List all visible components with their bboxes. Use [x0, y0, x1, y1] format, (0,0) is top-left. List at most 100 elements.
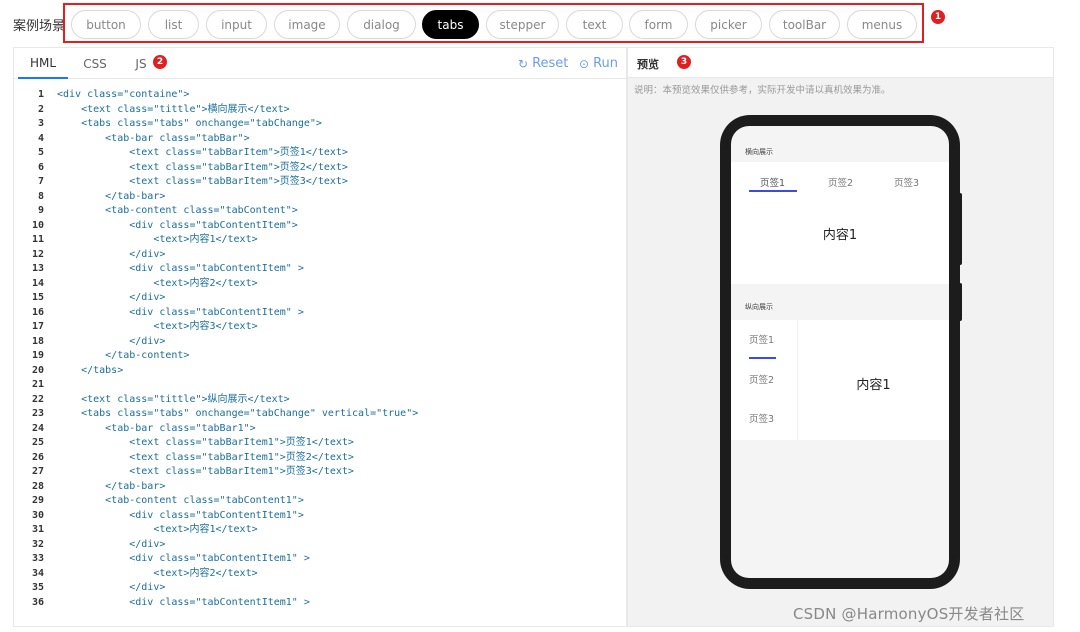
scene-pill-tabs[interactable]: tabs — [422, 10, 479, 39]
code-line[interactable]: 36 <div class="tabContentItem1" > — [14, 596, 626, 611]
preview-panel: 预览 3 说明：本预览效果仅供参考，实际开发中请以真机效果为准。 横向展示 页签… — [627, 47, 1054, 627]
code-text: <text class="tabBarItem">页签2</text> — [57, 161, 348, 173]
preview-title: 预览 — [637, 58, 659, 71]
code-line[interactable]: 34 <text>内容2</text> — [14, 567, 626, 582]
phone-screen: 横向展示 页签1 页签2 页签3 内容1 纵向展示 页签1 页签2 页签3 内容… — [731, 126, 949, 578]
code-line[interactable]: 11 <text>内容1</text> — [14, 233, 626, 248]
code-text: <text>内容1</text> — [57, 234, 258, 245]
reset-icon: ↻ — [518, 56, 529, 71]
code-text: <text class="tabBarItem1">页签3</text> — [57, 466, 354, 477]
code-line[interactable]: 32 </div> — [14, 538, 626, 553]
code-line[interactable]: 1 <div class="containe"> — [14, 88, 626, 103]
line-number: 25 — [31, 437, 44, 448]
horizontal-tab-2[interactable]: 页签2 — [828, 175, 853, 189]
code-line[interactable]: 4 <tab-bar class="tabBar"> — [14, 132, 626, 147]
code-line[interactable]: 31 <text>内容1</text> — [14, 523, 626, 538]
code-line[interactable]: 8 </tab-bar> — [14, 190, 626, 205]
vertical-tab-1[interactable]: 页签1 — [749, 332, 774, 346]
line-number: 10 — [31, 219, 44, 231]
horizontal-tab-3[interactable]: 页签3 — [894, 175, 919, 189]
code-line[interactable]: 14 <text>内容2</text> — [14, 277, 626, 292]
code-line[interactable]: 12 </div> — [14, 248, 626, 263]
scene-pill-form[interactable]: form — [629, 10, 688, 39]
scene-pill-toolbar[interactable]: toolBar — [769, 10, 840, 39]
code-line[interactable]: 2 <text class="tittle">横向展示</text> — [14, 103, 626, 118]
annotation-marker-3: 3 — [677, 55, 691, 69]
line-number: 31 — [31, 524, 44, 535]
scene-pill-stepper[interactable]: stepper — [486, 10, 559, 39]
run-button[interactable]: ⊙ Run — [579, 56, 618, 71]
code-line[interactable]: 27 <text class="tabBarItem1">页签3</text> — [14, 465, 626, 480]
line-number: 36 — [31, 596, 44, 608]
code-text: <text class="tittle">横向展示</text> — [57, 103, 290, 115]
scene-pill-image[interactable]: image — [274, 10, 340, 39]
code-text: <text>内容2</text> — [57, 277, 258, 289]
line-number: 11 — [31, 234, 44, 245]
code-line[interactable]: 5 <text class="tabBarItem">页签1</text> — [14, 146, 626, 161]
code-text: <tab-content class="tabContent1"> — [57, 495, 304, 506]
code-text: <tab-bar class="tabBar"> — [57, 132, 250, 144]
tab-hml[interactable]: HML — [18, 48, 68, 79]
scene-pill-button[interactable]: button — [71, 10, 141, 39]
code-line[interactable]: 9 <tab-content class="tabContent"> — [14, 204, 626, 219]
vertical-tabs: 页签1 页签2 页签3 内容1 — [731, 320, 949, 440]
code-line[interactable]: 19 </tab-content> — [14, 349, 626, 364]
reset-button[interactable]: ↻ Reset — [518, 56, 568, 71]
code-line[interactable]: 25 <text class="tabBarItem1">页签1</text> — [14, 436, 626, 451]
code-text: <div class="containe"> — [57, 89, 190, 100]
code-line[interactable]: 6 <text class="tabBarItem">页签2</text> — [14, 161, 626, 176]
code-line[interactable]: 23 <tabs class="tabs" onchange="tabChang… — [14, 407, 626, 422]
tab-js[interactable]: JS — [126, 48, 156, 79]
code-area[interactable]: 1 <div class="containe"> 2 <text class="ti… — [14, 84, 626, 626]
code-text: <tabs class="tabs" onchange="tabChange" … — [57, 408, 419, 419]
code-line[interactable]: 18 </div> — [14, 335, 626, 350]
scene-bar: 案例场景 button list input image dialog tabs… — [0, 0, 1080, 46]
scene-pill-picker[interactable]: picker — [695, 10, 762, 39]
code-line[interactable]: 22 <text class="tittle">纵向展示</text> — [14, 393, 626, 408]
code-line[interactable]: 15 </div> — [14, 291, 626, 306]
line-number: 5 — [37, 147, 44, 158]
annotation-marker-2: 2 — [153, 55, 167, 69]
code-line[interactable]: 28 </tab-bar> — [14, 480, 626, 495]
scene-pill-menus[interactable]: menus — [847, 10, 917, 39]
vertical-tab-3[interactable]: 页签3 — [749, 411, 774, 425]
vertical-tab-2[interactable]: 页签2 — [749, 372, 774, 386]
code-line[interactable]: 24 <tab-bar class="tabBar1"> — [14, 422, 626, 437]
code-line[interactable]: 21 — [14, 378, 626, 393]
code-text: <div class="tabContentItem1" > — [57, 596, 310, 608]
code-line[interactable]: 35 </div> — [14, 581, 626, 596]
code-text: <tab-bar class="tabBar1"> — [57, 422, 256, 434]
code-line[interactable]: 16 <div class="tabContentItem" > — [14, 306, 626, 321]
tab-css[interactable]: CSS — [74, 48, 116, 79]
line-number: 29 — [31, 495, 44, 506]
code-line[interactable]: 17 <text>内容3</text> — [14, 320, 626, 335]
line-number: 7 — [37, 176, 44, 187]
line-number: 24 — [31, 422, 44, 434]
line-number: 12 — [31, 248, 44, 260]
line-number: 2 — [37, 103, 44, 115]
code-line[interactable]: 20 </tabs> — [14, 364, 626, 379]
code-line[interactable]: 30 <div class="tabContentItem1"> — [14, 509, 626, 524]
line-number: 15 — [31, 292, 44, 303]
horizontal-tab-1[interactable]: 页签1 — [760, 175, 785, 189]
code-line[interactable]: 7 <text class="tabBarItem">页签3</text> — [14, 175, 626, 190]
line-number: 17 — [31, 321, 44, 332]
code-line[interactable]: 3 <tabs class="tabs" onchange="tabChange… — [14, 117, 626, 132]
vertical-tab-bar: 页签1 页签2 页签3 — [731, 320, 798, 440]
code-line[interactable]: 10 <div class="tabContentItem"> — [14, 219, 626, 234]
code-line[interactable]: 29 <tab-content class="tabContent1"> — [14, 494, 626, 509]
line-number: 19 — [31, 350, 44, 361]
line-number: 32 — [31, 538, 44, 550]
line-number: 33 — [31, 553, 44, 564]
line-number: 6 — [37, 161, 44, 173]
code-line[interactable]: 26 <text class="tabBarItem1">页签2</text> — [14, 451, 626, 466]
scene-pill-input[interactable]: input — [206, 10, 267, 39]
code-text: </div> — [57, 582, 166, 593]
line-number: 4 — [37, 132, 44, 144]
scene-pill-dialog[interactable]: dialog — [347, 10, 416, 39]
scene-pill-text[interactable]: text — [566, 10, 623, 39]
scene-pill-list[interactable]: list — [148, 10, 199, 39]
code-line[interactable]: 33 <div class="tabContentItem1" > — [14, 552, 626, 567]
code-text: <div class="tabContentItem1" > — [57, 553, 310, 564]
code-line[interactable]: 13 <div class="tabContentItem" > — [14, 262, 626, 277]
